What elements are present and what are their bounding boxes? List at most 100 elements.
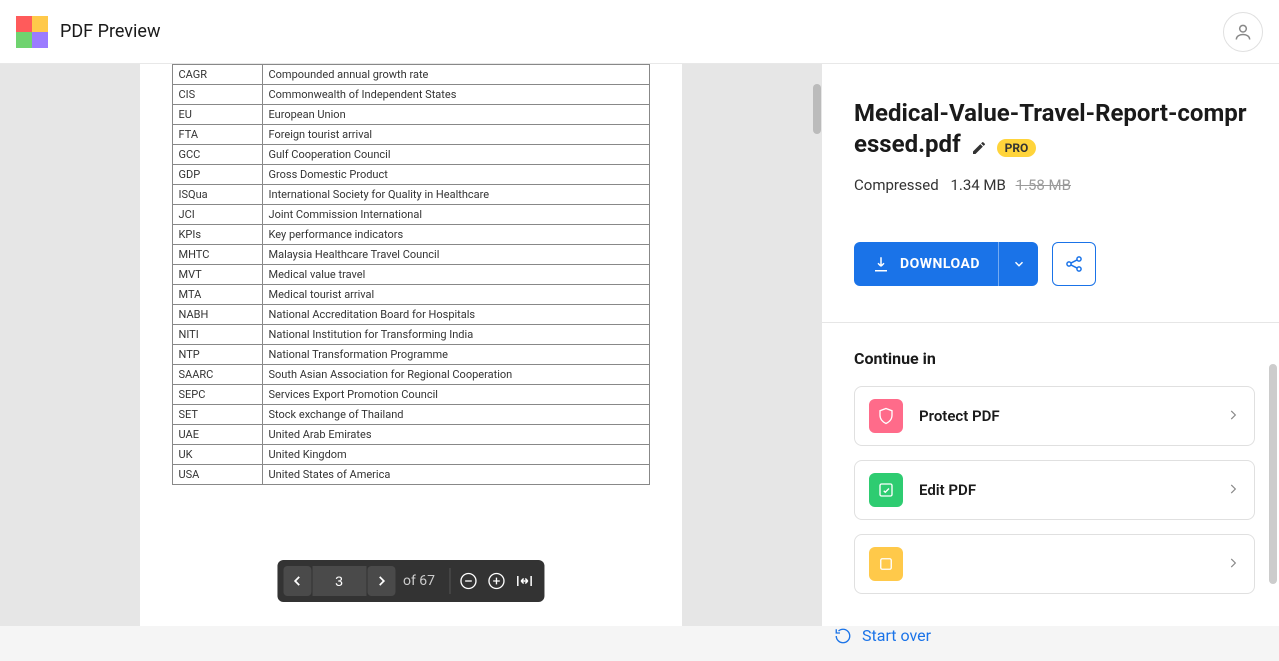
pencil-icon <box>971 140 987 156</box>
pdf-viewer[interactable]: CAGRCompounded annual growth rateCISComm… <box>0 64 821 626</box>
abbrev-cell: SET <box>172 405 262 425</box>
table-row: NTPNational Transformation Programme <box>172 345 649 365</box>
table-row: CISCommonwealth of Independent States <box>172 85 649 105</box>
abbrev-cell: KPIs <box>172 225 262 245</box>
abbrev-cell: NITI <box>172 325 262 345</box>
table-row: NABHNational Accreditation Board for Hos… <box>172 305 649 325</box>
action-card-edit-pdf[interactable]: Edit PDF <box>854 460 1255 520</box>
action-card-protect-pdf[interactable]: Protect PDF <box>854 386 1255 446</box>
table-row: MTAMedical tourist arrival <box>172 285 649 305</box>
app-header: PDF Preview <box>0 0 1279 64</box>
pro-badge: PRO <box>997 139 1037 157</box>
new-size: 1.34 MB <box>950 176 1005 194</box>
abbrev-cell: NABH <box>172 305 262 325</box>
fit-width-button[interactable] <box>510 566 538 596</box>
definition-cell: Medical tourist arrival <box>262 285 649 305</box>
download-options-button[interactable] <box>998 242 1038 286</box>
action-card-2[interactable] <box>854 534 1255 594</box>
file-title-row: Medical-Value-Travel-Report-compressed.p… <box>854 98 1255 160</box>
table-row: SAARCSouth Asian Association for Regiona… <box>172 365 649 385</box>
generic-icon <box>869 547 903 581</box>
table-row: FTAForeign tourist arrival <box>172 125 649 145</box>
table-row: ISQuaInternational Society for Quality i… <box>172 185 649 205</box>
definition-cell: Commonwealth of Independent States <box>262 85 649 105</box>
abbrev-cell: SAARC <box>172 365 262 385</box>
table-row: EUEuropean Union <box>172 105 649 125</box>
abbrev-cell: CIS <box>172 85 262 105</box>
definition-cell: United States of America <box>262 465 649 485</box>
definition-cell: South Asian Association for Regional Coo… <box>262 365 649 385</box>
start-over-label: Start over <box>862 626 931 645</box>
continue-in-label: Continue in <box>854 349 1255 368</box>
brand-title: PDF Preview <box>60 21 160 42</box>
action-label: Edit PDF <box>919 481 1210 499</box>
abbrev-cell: USA <box>172 465 262 485</box>
abbrev-cell: EU <box>172 105 262 125</box>
person-icon <box>1233 22 1253 42</box>
definition-cell: National Institution for Transforming In… <box>262 325 649 345</box>
table-row: GDPGross Domestic Product <box>172 165 649 185</box>
definition-cell: International Society for Quality in Hea… <box>262 185 649 205</box>
shield-icon <box>869 399 903 433</box>
zoom-out-button[interactable] <box>454 566 482 596</box>
share-icon <box>1064 254 1084 274</box>
download-label: DOWNLOAD <box>900 256 980 272</box>
abbrev-cell: NTP <box>172 345 262 365</box>
chevron-down-icon <box>1012 257 1026 271</box>
pdf-page: CAGRCompounded annual growth rateCISComm… <box>140 64 682 626</box>
chevron-right-icon <box>374 574 388 588</box>
page-total-label: of 67 <box>403 573 435 589</box>
viewer-scrollbar[interactable] <box>813 84 821 134</box>
table-row: SEPCServices Export Promotion Council <box>172 385 649 405</box>
definition-cell: Medical value travel <box>262 265 649 285</box>
definition-cell: Gulf Cooperation Council <box>262 145 649 165</box>
rename-button[interactable] <box>971 140 987 156</box>
page-number-input[interactable] <box>312 566 366 596</box>
share-button[interactable] <box>1052 242 1096 286</box>
sidebar-scrollbar[interactable] <box>1269 364 1277 584</box>
abbrev-cell: GDP <box>172 165 262 185</box>
definition-cell: Key performance indicators <box>262 225 649 245</box>
pager-toolbar: of 67 <box>277 560 544 602</box>
definition-cell: European Union <box>262 105 649 125</box>
chevron-left-icon <box>290 574 304 588</box>
definition-cell: United Arab Emirates <box>262 425 649 445</box>
prev-page-button[interactable] <box>283 566 311 596</box>
definition-cell: Gross Domestic Product <box>262 165 649 185</box>
abbrev-cell: UAE <box>172 425 262 445</box>
minus-circle-icon <box>458 571 478 591</box>
table-row: USAUnited States of America <box>172 465 649 485</box>
action-label: Protect PDF <box>919 407 1210 425</box>
definition-cell: Compounded annual growth rate <box>262 65 649 85</box>
abbrev-cell: UK <box>172 445 262 465</box>
abbrev-cell: ISQua <box>172 185 262 205</box>
abbreviations-table: CAGRCompounded annual growth rateCISComm… <box>172 64 650 485</box>
download-icon <box>872 255 890 273</box>
table-row: CAGRCompounded annual growth rate <box>172 65 649 85</box>
abbrev-cell: FTA <box>172 125 262 145</box>
table-row: MHTCMalaysia Healthcare Travel Council <box>172 245 649 265</box>
abbrev-cell: MHTC <box>172 245 262 265</box>
table-row: JCIJoint Commission International <box>172 205 649 225</box>
definition-cell: Malaysia Healthcare Travel Council <box>262 245 649 265</box>
next-page-button[interactable] <box>367 566 395 596</box>
definition-cell: National Accreditation Board for Hospita… <box>262 305 649 325</box>
abbrev-cell: MVT <box>172 265 262 285</box>
zoom-in-button[interactable] <box>482 566 510 596</box>
fit-width-icon <box>514 571 534 591</box>
abbrev-cell: MTA <box>172 285 262 305</box>
start-over-button[interactable]: Start over <box>822 608 1279 661</box>
chevron-right-icon <box>1226 481 1240 500</box>
status-label: Compressed <box>854 176 939 194</box>
table-row: GCCGulf Cooperation Council <box>172 145 649 165</box>
plus-circle-icon <box>486 571 506 591</box>
download-button[interactable]: DOWNLOAD <box>854 242 1038 286</box>
table-row: MVTMedical value travel <box>172 265 649 285</box>
definition-cell: Stock exchange of Thailand <box>262 405 649 425</box>
table-row: SETStock exchange of Thailand <box>172 405 649 425</box>
table-row: KPIsKey performance indicators <box>172 225 649 245</box>
chevron-right-icon <box>1226 555 1240 574</box>
restart-icon <box>834 627 852 645</box>
account-button[interactable] <box>1223 12 1263 52</box>
file-name: Medical-Value-Travel-Report-compressed.p… <box>854 99 1247 158</box>
